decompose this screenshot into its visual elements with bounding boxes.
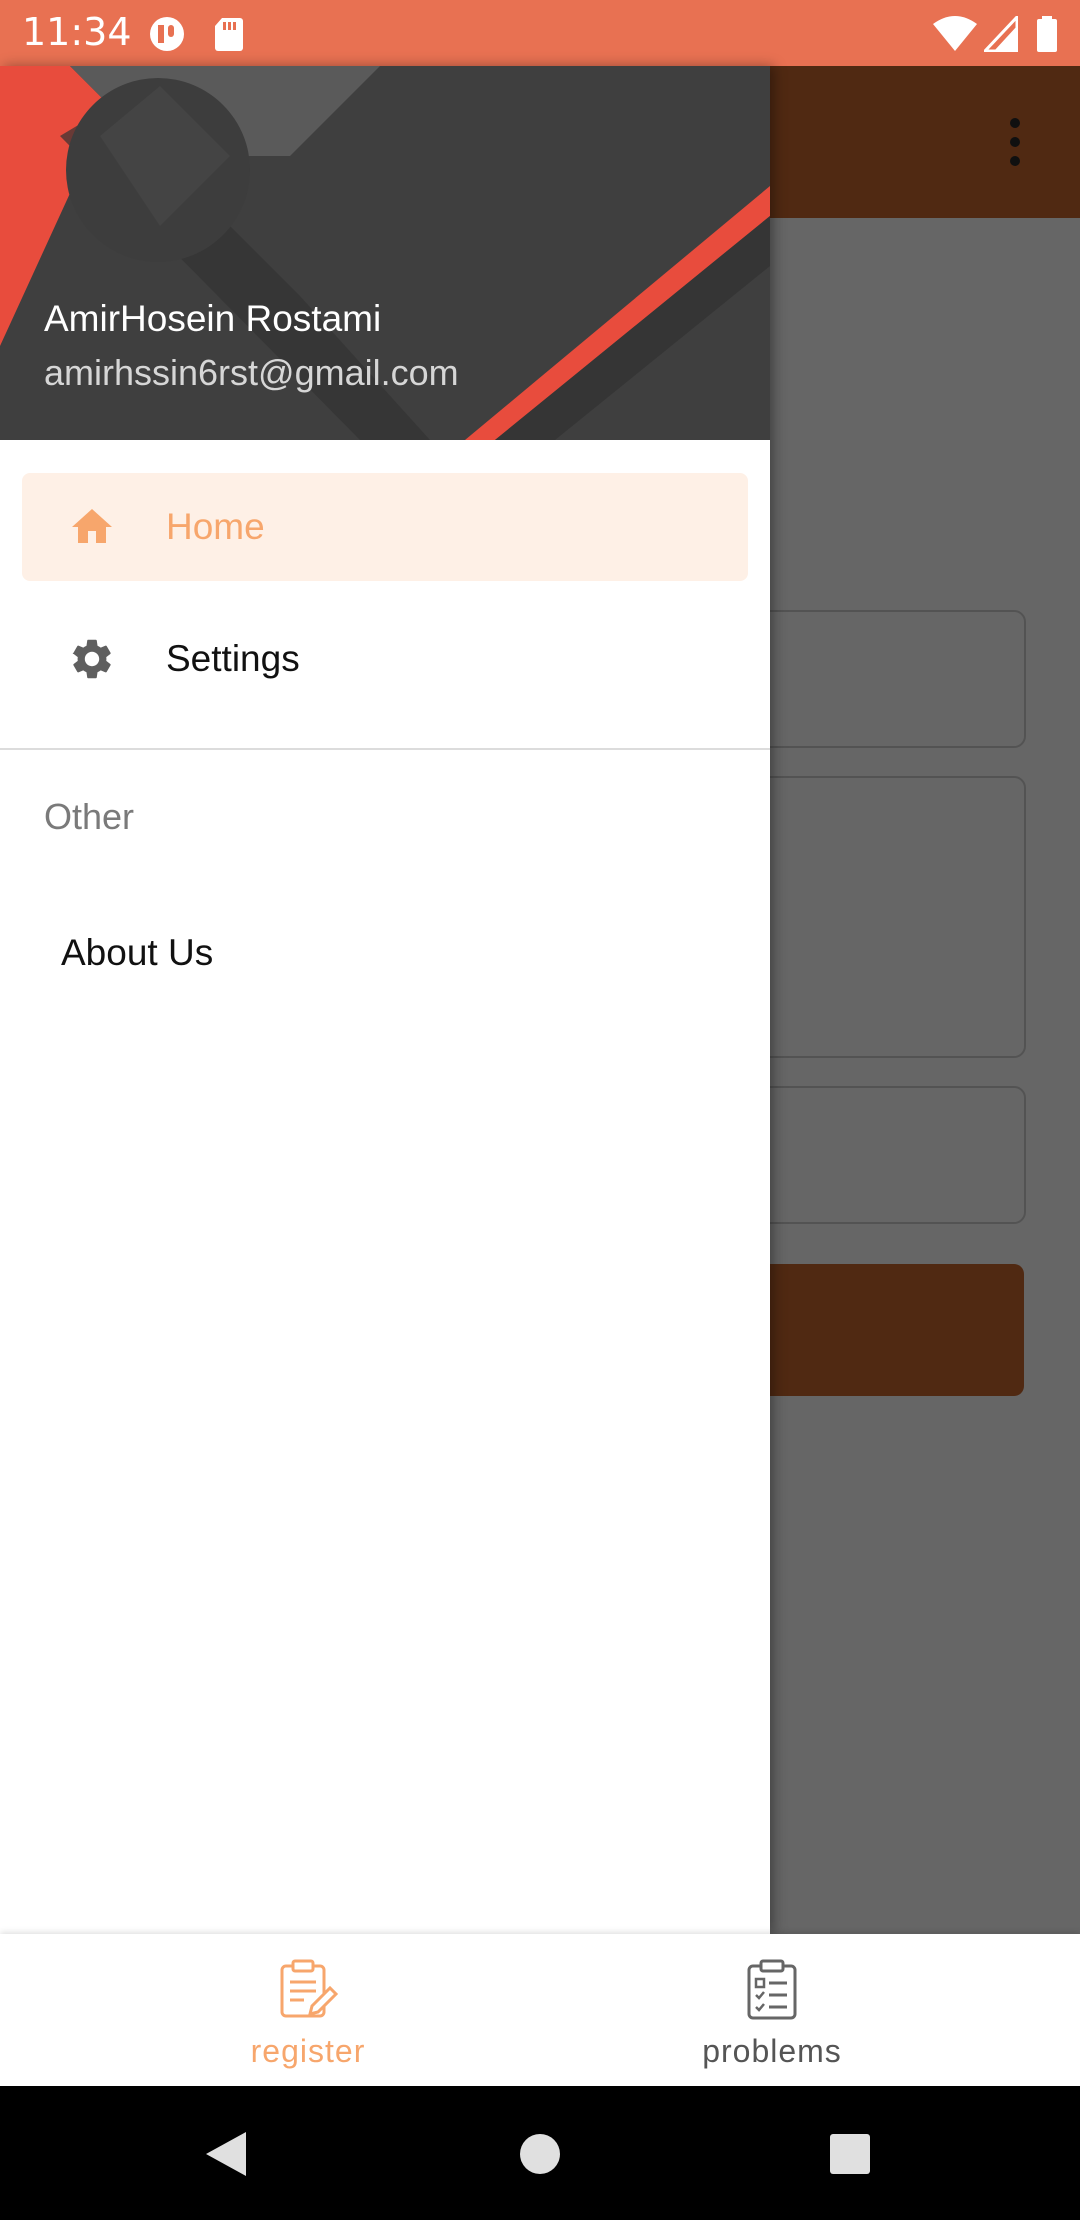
- tab-label: problems: [702, 2033, 842, 2069]
- drawer-item-settings[interactable]: Settings: [22, 605, 748, 713]
- sd-card-icon: [215, 18, 243, 51]
- system-navigation-bar: [0, 2086, 1080, 2220]
- user-email: amirhssin6rst@gmail.com: [44, 352, 459, 393]
- tab-register[interactable]: register: [150, 1934, 466, 2086]
- status-time: 11:34: [22, 10, 132, 54]
- tab-problems[interactable]: problems: [614, 1934, 930, 2086]
- home-circle-icon[interactable]: [518, 2132, 562, 2176]
- drawer-item-about-us[interactable]: About Us: [40, 912, 740, 1000]
- battery-icon: [1037, 16, 1057, 52]
- recents-icon[interactable]: [828, 2132, 872, 2176]
- checklist-icon: [747, 1959, 797, 2020]
- drawer-item-home[interactable]: Home: [22, 473, 748, 581]
- drawer-item-label: Settings: [166, 638, 300, 679]
- drawer-item-label: Home: [166, 506, 265, 547]
- back-icon[interactable]: [204, 2130, 248, 2178]
- tab-label: register: [250, 2033, 366, 2069]
- signal-icon: [984, 16, 1018, 52]
- status-bar: 11:34: [0, 0, 1080, 66]
- navigation-drawer: AmirHosein Rostami amirhssin6rst@gmail.c…: [0, 66, 770, 1934]
- app-notification-icon: [150, 17, 184, 51]
- home-icon: [72, 509, 112, 543]
- clipboard-edit-icon: [280, 1959, 339, 2018]
- section-title-other: Other: [44, 796, 135, 837]
- wifi-icon: [933, 16, 977, 51]
- drawer-divider: [0, 748, 770, 750]
- drawer-header: AmirHosein Rostami amirhssin6rst@gmail.c…: [0, 66, 770, 440]
- user-name: AmirHosein Rostami: [44, 298, 382, 339]
- bottom-navigation: register problems: [0, 1934, 1080, 2086]
- gear-icon: [72, 639, 111, 679]
- drawer-item-label: About Us: [61, 932, 214, 973]
